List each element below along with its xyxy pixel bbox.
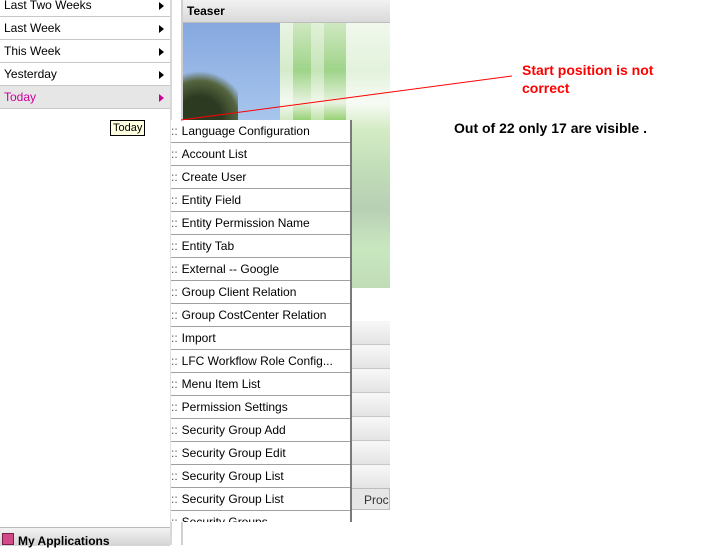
item-prefix: :: — [171, 170, 178, 184]
item-prefix: :: — [171, 308, 178, 322]
dropdown-item[interactable]: :: Create User — [171, 166, 351, 189]
item-prefix: :: — [171, 239, 178, 253]
list-item[interactable] — [351, 441, 390, 465]
menu-item-label: Last Two Weeks — [4, 0, 92, 12]
item-prefix: :: — [171, 469, 178, 483]
teaser-list — [351, 321, 390, 489]
dropdown-item-label: Entity Field — [181, 193, 242, 207]
item-prefix: :: — [171, 446, 178, 460]
dropdown-item-label: Security Group List — [181, 469, 284, 483]
list-item[interactable] — [351, 417, 390, 441]
dropdown-item-label: Security Group Edit — [181, 446, 286, 460]
dropdown-item-label: Security Groups — [181, 515, 268, 522]
annotation-start-position: Start position is not correct — [522, 62, 654, 96]
menu-item-label: Last Week — [4, 21, 61, 35]
dropdown-item-label: Language Configuration — [181, 124, 310, 138]
item-prefix: :: — [171, 423, 178, 437]
dropdown-item[interactable]: :: Group Client Relation — [171, 281, 351, 304]
dropdown-item-label: Entity Permission Name — [181, 216, 310, 230]
list-item[interactable] — [351, 393, 390, 417]
dropdown-item[interactable]: :: Permission Settings — [171, 396, 351, 419]
dropdown-item[interactable]: :: Security Group List — [171, 488, 351, 511]
dropdown-shadow — [350, 120, 352, 522]
dropdown-item[interactable]: :: Group CostCenter Relation — [171, 304, 351, 327]
list-item[interactable] — [351, 321, 390, 345]
dropdown-item-label: Import — [181, 331, 216, 345]
my-applications-header[interactable]: My Applications — [0, 527, 170, 548]
item-prefix: :: — [171, 216, 178, 230]
dropdown-item[interactable]: :: Import — [171, 327, 351, 350]
item-prefix: :: — [171, 377, 178, 391]
dropdown-item-label: LFC Workflow Role Config... — [181, 354, 333, 368]
item-prefix: :: — [171, 262, 178, 276]
dropdown-item[interactable]: :: Account List — [171, 143, 351, 166]
item-prefix: :: — [171, 515, 178, 522]
dropdown-item[interactable]: :: Entity Tab — [171, 235, 351, 258]
dropdown-item[interactable]: :: Language Configuration — [171, 120, 351, 143]
item-prefix: :: — [171, 124, 178, 138]
list-item[interactable] — [351, 345, 390, 369]
submenu-arrow-icon — [159, 2, 164, 10]
menu-item-last-two-weeks[interactable]: Last Two Weeks — [0, 0, 170, 17]
annotation-visible-count: Out of 22 only 17 are visible . — [454, 120, 647, 136]
menu-item-today[interactable]: Today — [0, 86, 170, 109]
applications-icon — [2, 533, 14, 545]
submenu-arrow-icon — [159, 25, 164, 33]
item-prefix: :: — [171, 492, 178, 506]
left-menu: Last Two Weeks Last Week This Week Yeste… — [0, 0, 170, 109]
dropdown-item[interactable]: :: Security Group List — [171, 465, 351, 488]
item-prefix: :: — [171, 331, 178, 345]
dropdown-item-label: Create User — [181, 170, 247, 184]
dropdown-item-label: Menu Item List — [181, 377, 261, 391]
menu-item-this-week[interactable]: This Week — [0, 40, 170, 63]
process-button[interactable]: Proce — [351, 488, 390, 510]
dropdown-item-label: Entity Tab — [181, 239, 235, 253]
dropdown-item[interactable]: :: Entity Field — [171, 189, 351, 212]
dropdown-item[interactable]: :: Menu Item List — [171, 373, 351, 396]
list-item[interactable] — [351, 369, 390, 393]
dropdown-item[interactable]: :: External -- Google — [171, 258, 351, 281]
item-prefix: :: — [171, 400, 178, 414]
dropdown-item-label: External -- Google — [181, 262, 280, 276]
menu-item-label: This Week — [4, 44, 61, 58]
dropdown-item-label: Security Group Add — [181, 423, 286, 437]
list-item[interactable] — [351, 465, 390, 489]
dropdown-item[interactable]: :: LFC Workflow Role Config... — [171, 350, 351, 373]
dropdown-item[interactable]: :: Security Groups — [171, 511, 351, 522]
menu-item-label: Yesterday — [4, 67, 57, 81]
dropdown-item-label: Group CostCenter Relation — [181, 308, 327, 322]
submenu-arrow-icon — [159, 94, 164, 102]
my-applications-label: My Applications — [18, 534, 110, 548]
submenu-arrow-icon — [159, 71, 164, 79]
tooltip: Today — [110, 120, 146, 136]
dropdown-item[interactable]: :: Entity Permission Name — [171, 212, 351, 235]
item-prefix: :: — [171, 193, 178, 207]
item-prefix: :: — [171, 147, 178, 161]
item-prefix: :: — [171, 354, 178, 368]
submenu-dropdown[interactable]: :: Language Configuration:: Account List::… — [170, 120, 352, 522]
menu-item-last-week[interactable]: Last Week — [0, 17, 170, 40]
dropdown-item-label: Permission Settings — [181, 400, 288, 414]
menu-item-label: Today — [4, 90, 37, 104]
teaser-header: Teaser — [183, 0, 390, 23]
dropdown-item-label: Security Group List — [181, 492, 284, 506]
item-prefix: :: — [171, 285, 178, 299]
dropdown-item-label: Group Client Relation — [181, 285, 297, 299]
dropdown-item-label: Account List — [181, 147, 248, 161]
dropdown-item[interactable]: :: Security Group Add — [171, 419, 351, 442]
submenu-arrow-icon — [159, 48, 164, 56]
menu-item-yesterday[interactable]: Yesterday — [0, 63, 170, 86]
dropdown-item[interactable]: :: Security Group Edit — [171, 442, 351, 465]
